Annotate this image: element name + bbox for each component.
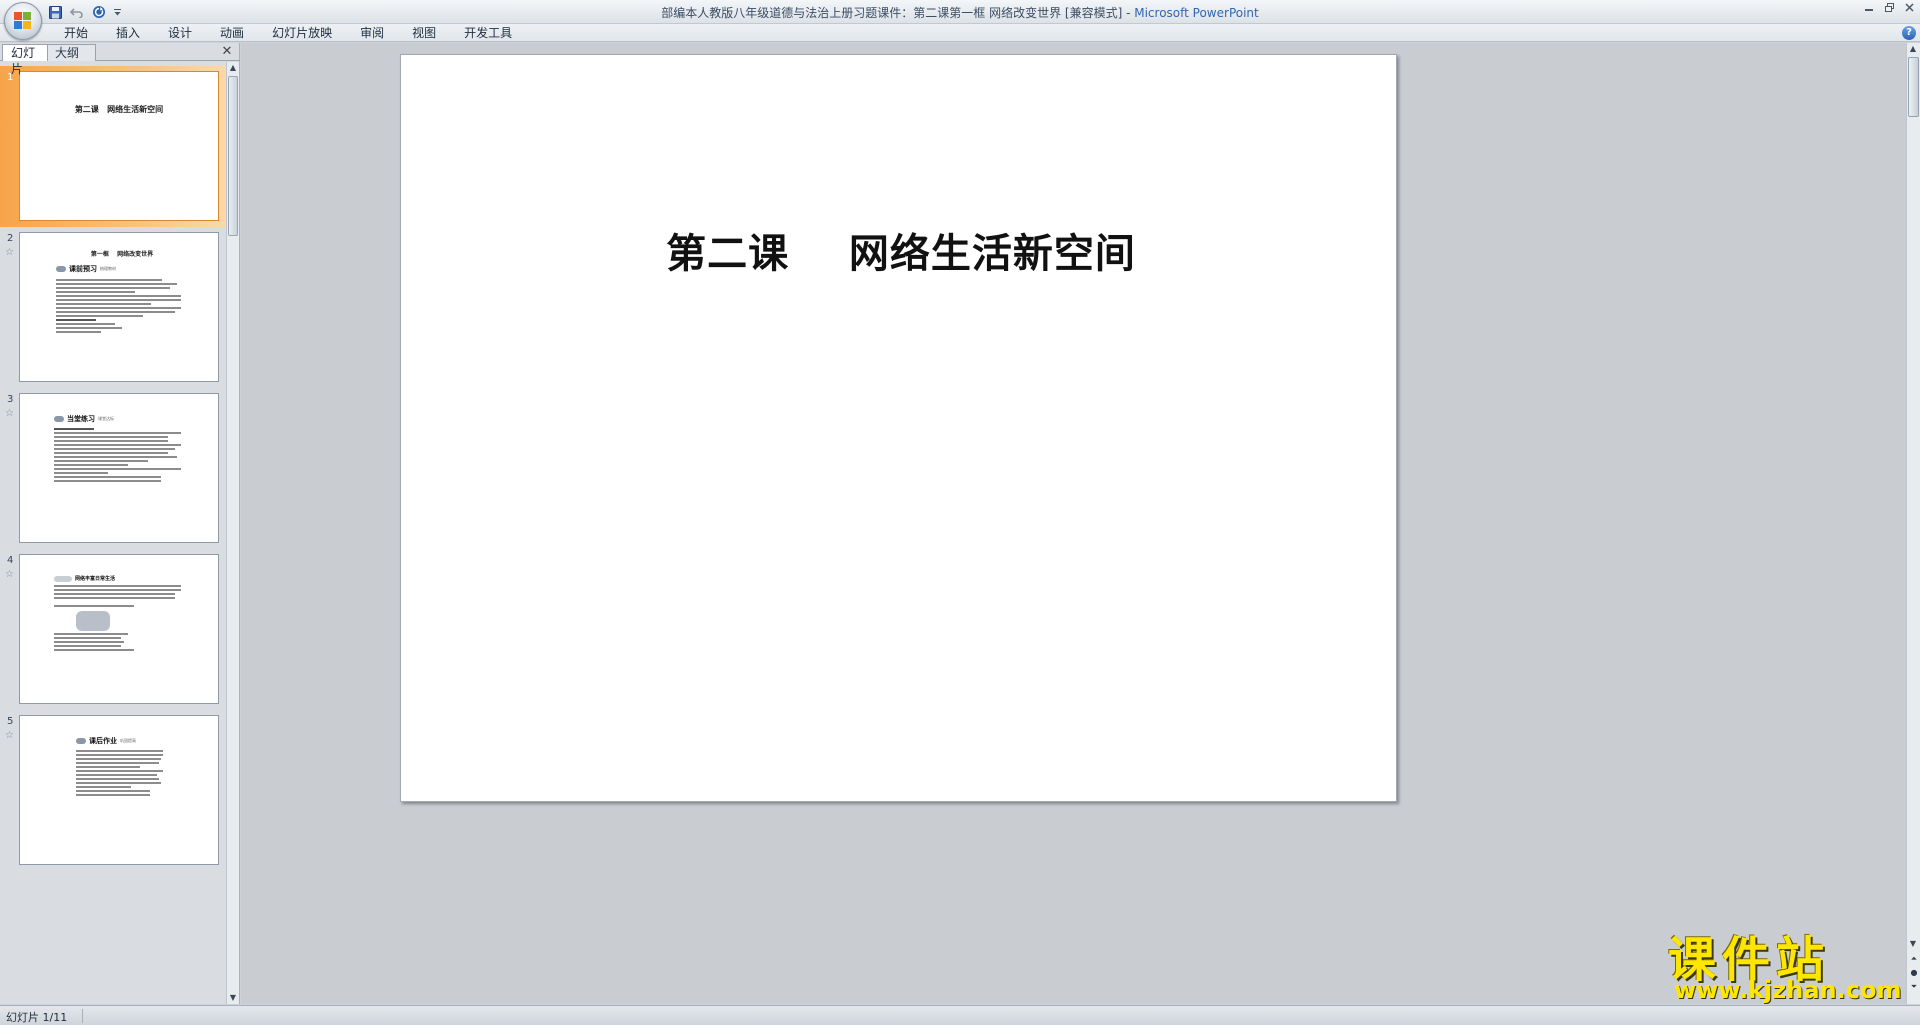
ribbon-tab-row: 开始 插入 设计 动画 幻灯片放映 审阅 视图 开发工具 ? <box>0 24 1920 42</box>
tab-design[interactable]: 设计 <box>154 24 206 42</box>
pane-tabs: 幻灯片 大纲 ✕ <box>0 43 240 76</box>
status-divider <box>82 1009 83 1023</box>
section-badge-icon <box>54 416 64 422</box>
minimize-icon[interactable] <box>1862 1 1876 13</box>
thumbnail-preview: 第二课 网络生活新空间 <box>19 71 219 221</box>
thumbnail-number: 2 <box>7 233 14 244</box>
thumbnail-slide-4[interactable]: 4 ☆ 网络丰富日常生活 <box>0 549 226 710</box>
section-badge-icon <box>76 738 86 744</box>
slide-indicator: 幻灯片 1/11 <box>6 1011 68 1024</box>
animation-star-icon: ☆ <box>5 408 14 419</box>
thumbnail-heading: 第一框 网络改变世界 <box>90 251 154 258</box>
thumbnail-section-tag: 巩固提高 <box>120 738 136 743</box>
title-bar: 部编本人教版八年级道德与法治上册习题课件：第二课第一框 网络改变世界 [兼容模式… <box>0 0 1920 24</box>
ribbon-tabs: 开始 插入 设计 动画 幻灯片放映 审阅 视图 开发工具 <box>50 24 526 42</box>
close-icon[interactable] <box>1902 1 1916 13</box>
thumbnail-preview: 课后作业 巩固提高 <box>19 715 219 865</box>
thumbnail-section-tag: 课堂达标 <box>98 416 114 421</box>
tab-developer[interactable]: 开发工具 <box>450 24 526 42</box>
animation-star-icon: ☆ <box>5 569 14 580</box>
thumbnail-slide-3[interactable]: 3 ☆ 当堂练习 课堂达标 <box>0 388 226 549</box>
window-controls <box>1862 1 1916 13</box>
office-button[interactable] <box>4 2 42 40</box>
tab-slides[interactable]: 幻灯片 <box>2 44 48 76</box>
select-browse-object-icon[interactable]: ● <box>1908 967 1920 979</box>
thumbnail-text-lines <box>56 279 188 333</box>
tab-review[interactable]: 审阅 <box>346 24 398 42</box>
watermark-url: www.kjzhan.com <box>1674 976 1902 1004</box>
thumbnail-section-label: 当堂练习 <box>67 415 95 423</box>
scroll-thumb[interactable] <box>228 76 238 236</box>
thumbnail-text-lines <box>76 750 168 796</box>
slides-pane: 幻灯片 大纲 ✕ 1 第二课 网络生活新空间 2 ☆ 第一框 网络改变世界 课前… <box>0 43 240 1004</box>
thumbnail-slide-1[interactable]: 1 第二课 网络生活新空间 <box>0 66 226 227</box>
tab-slide-show[interactable]: 幻灯片放映 <box>258 24 346 42</box>
thumbnail-section: 当堂练习 课堂达标 <box>54 414 188 424</box>
window-title-app: Microsoft PowerPoint <box>1134 6 1259 20</box>
slides-pane-scrollbar[interactable]: ▲ ▼ <box>226 62 239 1004</box>
animation-star-icon: ☆ <box>5 730 14 741</box>
thumbnail-section: 课前预习 梳理教材 <box>56 264 188 274</box>
thumbnail-preview: 第一框 网络改变世界 课前预习 梳理教材 <box>19 232 219 382</box>
restore-icon[interactable] <box>1882 1 1896 13</box>
watermark: 课件站 www.kjzhan.com <box>1668 920 1902 1004</box>
thumbnail-title: 第二课 网络生活新空间 <box>74 104 164 114</box>
tab-home[interactable]: 开始 <box>50 24 102 42</box>
thumbnail-section: 网络丰富日常生活 <box>54 575 188 582</box>
thumbnail-number: 3 <box>7 394 14 405</box>
main-scrollbar[interactable]: ▲ ▼ ⏶ ● ⏷ <box>1906 43 1920 1004</box>
section-badge-icon <box>54 575 72 582</box>
pane-close-icon[interactable]: ✕ <box>220 45 234 59</box>
thumbnail-text-lines <box>54 585 188 651</box>
thumbnail-section-tag: 梳理教材 <box>100 266 116 271</box>
slide-title[interactable]: 第二课 网络生活新空间 <box>401 221 1398 279</box>
thumbnail-illustration-icon <box>76 611 110 631</box>
thumbnail-number: 4 <box>7 555 14 566</box>
scroll-up-icon[interactable]: ▲ <box>227 62 239 74</box>
thumbnail-preview: 网络丰富日常生活 <box>19 554 219 704</box>
slide-editing-area: 第二课 网络生活新空间 <box>241 43 1906 1004</box>
scroll-thumb[interactable] <box>1908 57 1919 117</box>
next-slide-icon[interactable]: ⏷ <box>1908 981 1920 993</box>
thumbnail-section-label: 网络丰富日常生活 <box>75 576 116 582</box>
scroll-down-icon[interactable]: ▼ <box>1907 938 1919 950</box>
thumbnail-section: 课后作业 巩固提高 <box>76 736 168 746</box>
tab-outline[interactable]: 大纲 <box>46 44 96 61</box>
scroll-down-icon[interactable]: ▼ <box>227 992 239 1004</box>
window-title-doc: 部编本人教版八年级道德与法治上册习题课件：第二课第一框 网络改变世界 [兼容模式… <box>661 6 1135 20</box>
thumbnail-number: 5 <box>7 716 14 727</box>
thumbnail-slide-5[interactable]: 5 ☆ 课后作业 巩固提高 <box>0 710 226 871</box>
status-bar: 幻灯片 1/11 <box>0 1005 1920 1025</box>
office-logo-icon <box>14 12 32 30</box>
window-title: 部编本人教版八年级道德与法治上册习题课件：第二课第一框 网络改变世界 [兼容模式… <box>0 4 1920 21</box>
thumbnail-text-lines <box>54 428 188 482</box>
thumbnail-list: 1 第二课 网络生活新空间 2 ☆ 第一框 网络改变世界 课前预习 梳理教材 3… <box>0 62 226 1004</box>
section-badge-icon <box>56 266 66 272</box>
scroll-up-icon[interactable]: ▲ <box>1907 43 1919 55</box>
help-icon[interactable]: ? <box>1902 26 1916 40</box>
thumbnail-slide-2[interactable]: 2 ☆ 第一框 网络改变世界 课前预习 梳理教材 <box>0 227 226 388</box>
animation-star-icon: ☆ <box>5 247 14 258</box>
thumbnail-section-label: 课前预习 <box>69 265 97 273</box>
previous-slide-icon[interactable]: ⏶ <box>1908 953 1920 965</box>
thumbnail-preview: 当堂练习 课堂达标 <box>19 393 219 543</box>
tab-insert[interactable]: 插入 <box>102 24 154 42</box>
tab-animations[interactable]: 动画 <box>206 24 258 42</box>
tab-view[interactable]: 视图 <box>398 24 450 42</box>
thumbnail-section-label: 课后作业 <box>89 737 117 745</box>
slide-canvas[interactable]: 第二课 网络生活新空间 <box>400 54 1397 802</box>
